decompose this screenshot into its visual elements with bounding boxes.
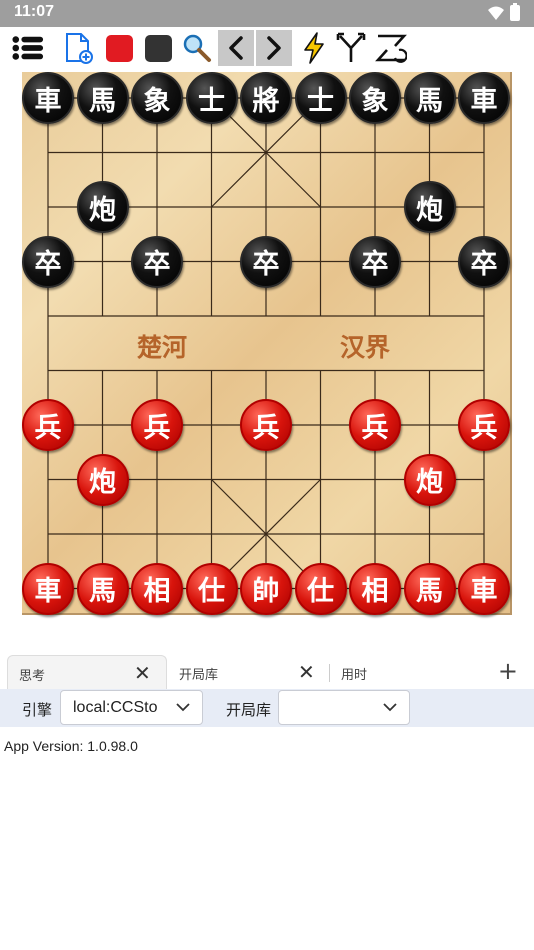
black-soldier[interactable]: 卒 — [458, 235, 510, 288]
black-piece[interactable]: 車 — [458, 72, 510, 124]
tab-bar: 思考 ✕ 开局库 ✕ 用时 + — [0, 653, 534, 689]
xiangqi-board[interactable]: 楚河 汉界 車馬象士將士象馬車炮炮卒卒卒卒卒兵兵兵兵兵炮炮車馬相仕帥仕相馬車 — [22, 72, 512, 615]
tab-think[interactable]: 思考 ✕ — [7, 655, 167, 689]
next-icon[interactable] — [256, 30, 292, 66]
red-soldier[interactable]: 兵 — [458, 399, 510, 451]
red-piece[interactable]: 帥 — [240, 562, 292, 615]
red-piece[interactable]: 馬 — [403, 562, 456, 615]
tab-opening-book[interactable]: 开局库 ✕ — [168, 655, 328, 689]
engine-label: 引擎 — [22, 701, 53, 719]
red-cannon[interactable]: 炮 — [76, 453, 129, 506]
add-tab-button[interactable]: + — [498, 657, 518, 685]
board-surface — [22, 72, 512, 615]
black-soldier[interactable]: 卒 — [22, 235, 74, 288]
tab-opening-book-label: 开局库 — [179, 668, 219, 683]
red-piece[interactable]: 車 — [458, 562, 510, 615]
status-time: 11:07 — [14, 3, 55, 20]
close-icon[interactable]: ✕ — [134, 661, 151, 685]
red-soldier[interactable]: 兵 — [131, 399, 183, 451]
battery-icon — [510, 3, 520, 21]
black-piece[interactable]: 馬 — [76, 72, 129, 124]
chevron-down-icon — [176, 703, 190, 712]
wifi-icon — [488, 6, 504, 20]
tab-time-label: 用时 — [341, 668, 368, 683]
black-square-icon[interactable] — [142, 31, 174, 65]
engine-row: 引擎 local:CCSto 开局库 — [0, 689, 534, 727]
tab-time[interactable]: 用时 — [330, 655, 480, 689]
red-piece[interactable]: 馬 — [76, 562, 129, 615]
river-left-label: 楚河 — [137, 333, 188, 362]
engine-select-value: local:CCSto — [73, 699, 158, 716]
red-piece[interactable]: 相 — [349, 562, 401, 615]
black-piece[interactable]: 將 — [240, 72, 292, 124]
search-icon[interactable] — [181, 31, 213, 65]
red-soldier[interactable]: 兵 — [349, 399, 401, 451]
black-cannon[interactable]: 炮 — [403, 181, 456, 233]
red-square-icon[interactable] — [103, 31, 135, 65]
black-piece[interactable]: 馬 — [403, 72, 456, 124]
black-piece[interactable]: 士 — [294, 72, 347, 124]
branch-icon[interactable] — [335, 31, 367, 65]
lightning-icon[interactable] — [298, 31, 330, 65]
red-piece[interactable]: 相 — [131, 562, 183, 615]
status-bar: 11:07 — [0, 0, 534, 27]
red-soldier[interactable]: 兵 — [22, 399, 74, 451]
red-soldier[interactable]: 兵 — [240, 399, 292, 451]
black-piece[interactable]: 士 — [185, 72, 238, 124]
red-piece[interactable]: 仕 — [185, 562, 238, 615]
opening-book-label: 开局库 — [226, 701, 272, 719]
red-piece[interactable]: 仕 — [294, 562, 347, 615]
black-soldier[interactable]: 卒 — [349, 235, 401, 288]
app-version: App Version: 1.0.98.0 — [4, 738, 138, 754]
toolbar — [0, 27, 534, 69]
black-piece[interactable]: 車 — [22, 72, 74, 124]
menu-icon[interactable] — [12, 31, 44, 65]
black-piece[interactable]: 象 — [131, 72, 183, 124]
board-grid — [47, 97, 485, 590]
app-root: 11:07 楚河 汉界 車 馬 象 士 將 士 象 馬 車 炮 炮 卒 卒 卒 … — [0, 0, 534, 950]
black-cannon[interactable]: 炮 — [76, 181, 129, 233]
chevron-down-icon — [383, 703, 397, 712]
black-soldier[interactable]: 卒 — [240, 235, 292, 288]
new-file-icon[interactable] — [62, 31, 94, 65]
red-cannon[interactable]: 炮 — [403, 453, 456, 506]
red-piece[interactable]: 車 — [22, 562, 74, 615]
tab-think-label: 思考 — [19, 669, 46, 684]
black-piece[interactable]: 象 — [349, 72, 401, 124]
black-soldier[interactable]: 卒 — [131, 235, 183, 288]
prev-icon[interactable] — [218, 30, 254, 66]
close-icon[interactable]: ✕ — [298, 660, 315, 684]
flip-icon[interactable] — [375, 31, 407, 65]
river-right-label: 汉界 — [340, 333, 391, 362]
opening-book-select[interactable] — [278, 690, 410, 725]
engine-select[interactable]: local:CCSto — [60, 690, 203, 725]
